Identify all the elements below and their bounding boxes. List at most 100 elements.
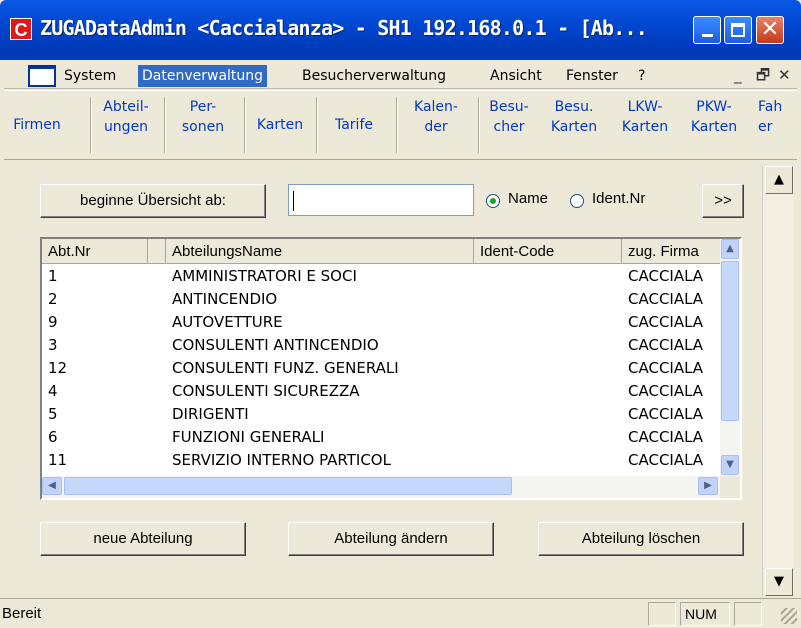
col-ident-code[interactable]: Ident-Code (474, 239, 622, 264)
title-bar[interactable]: C ZUGADataAdmin <Caccialanza> - SH1 192.… (0, 0, 801, 60)
tool-tarife[interactable]: Tarife (324, 97, 384, 155)
col-zug-firma[interactable]: zug. Firma (622, 239, 722, 264)
radio-ident-label[interactable]: Ident.Nr (592, 190, 645, 207)
list-scroll-down-icon[interactable]: ▼ (721, 455, 739, 475)
table-row[interactable]: 3 CONSULENTI ANTINCENDIO CACCIALA (42, 334, 722, 357)
cell-abteilungsname: CONSULENTI FUNZ. GENERALI (172, 359, 399, 377)
cell-abt-nr: 12 (48, 359, 68, 377)
cell-abt-nr: 9 (48, 313, 58, 331)
toolbar-separator (478, 97, 480, 153)
search-input[interactable] (288, 184, 474, 216)
menu-ansicht[interactable]: Ansicht (486, 65, 546, 87)
menu-fenster[interactable]: Fenster (562, 65, 622, 87)
new-department-label: neue Abteilung (93, 530, 193, 547)
departments-list[interactable]: Abt.Nr AbteilungsName Ident-Code zug. Fi… (40, 237, 742, 500)
tool-abteilungen[interactable]: Abteil- ungen (96, 97, 156, 155)
tool-lkw-karten[interactable]: LKW- Karten (610, 97, 680, 155)
cell-zug-firma: CACCIALA (628, 290, 704, 308)
list-vertical-scrollbar[interactable]: ▲ ▼ (720, 239, 740, 476)
list-hscroll-thumb[interactable] (64, 477, 512, 495)
tool-fahrer[interactable]: Fah er (758, 97, 794, 155)
cell-abteilungsname: CONSULENTI ANTINCENDIO (172, 336, 379, 354)
maximize-button[interactable] (724, 16, 752, 44)
tool-kalender[interactable]: Kalen- der (402, 97, 470, 155)
list-scroll-up-icon[interactable]: ▲ (721, 239, 739, 259)
tool-firmen[interactable]: Firmen (6, 97, 68, 155)
mdi-minimize-icon[interactable]: _ (734, 65, 742, 85)
tool-karten[interactable]: Karten (250, 97, 310, 155)
text-caret (293, 191, 294, 211)
menu-help[interactable]: ? (634, 65, 649, 87)
radio-ident[interactable] (570, 194, 584, 208)
cell-abt-nr: 4 (48, 382, 58, 400)
list-scroll-thumb[interactable] (721, 261, 739, 421)
status-text: Bereit (2, 605, 42, 622)
cell-zug-firma: CACCIALA (628, 428, 704, 446)
scroll-up-icon[interactable]: ▲ (765, 166, 793, 194)
status-pane-caps (648, 602, 676, 626)
table-row[interactable]: 12 CONSULENTI FUNZ. GENERALI CACCIALA (42, 357, 722, 380)
menu-system[interactable]: System (60, 65, 120, 87)
cell-zug-firma: CACCIALA (628, 267, 704, 285)
tool-pkw-karten[interactable]: PKW- Karten (680, 97, 748, 155)
toolbar-separator (396, 97, 398, 153)
cell-abt-nr: 3 (48, 336, 58, 354)
toolbar-separator (244, 97, 246, 153)
tool-besucher-karten[interactable]: Besu. Karten (540, 97, 608, 155)
menu-bar: System Datenverwaltung Besucherverwaltun… (4, 60, 797, 89)
scroll-corner (720, 476, 740, 498)
cell-zug-firma: CACCIALA (628, 336, 704, 354)
mdi-restore-icon[interactable]: 🗗 (756, 65, 770, 85)
table-row[interactable]: 1 AMMINISTRATORI E SOCI CACCIALA (42, 265, 722, 288)
cell-zug-firma: CACCIALA (628, 313, 704, 331)
document-icon[interactable] (28, 65, 56, 87)
table-row[interactable]: 11 SERVIZIO INTERNO PARTICOL CACCIALA (42, 449, 722, 472)
table-row[interactable]: 4 CONSULENTI SICUREZZA CACCIALA (42, 380, 722, 403)
tool-personen[interactable]: Per- sonen (168, 97, 238, 155)
status-pane-num: NUM (680, 602, 730, 626)
table-row[interactable]: 9 AUTOVETTURE CACCIALA (42, 311, 722, 334)
minimize-icon (702, 34, 713, 37)
list-horizontal-scrollbar[interactable]: ◀ ▶ (42, 476, 720, 498)
menu-besucherverwaltung[interactable]: Besucherverwaltung (298, 65, 450, 87)
menu-datenverwaltung[interactable]: Datenverwaltung (138, 65, 268, 87)
radio-name-label[interactable]: Name (508, 190, 548, 207)
list-scroll-left-icon[interactable]: ◀ (42, 477, 62, 495)
edit-department-label: Abteilung ändern (334, 530, 448, 547)
cell-abt-nr: 11 (48, 451, 68, 469)
new-department-button[interactable]: neue Abteilung (40, 522, 246, 556)
resize-grip-icon[interactable] (781, 608, 797, 624)
col-abteilungsname[interactable]: AbteilungsName (166, 239, 474, 264)
table-row[interactable]: 2 ANTINCENDIO CACCIALA (42, 288, 722, 311)
cell-abt-nr: 1 (48, 267, 58, 285)
scroll-down-icon[interactable]: ▼ (765, 568, 793, 596)
table-row[interactable]: 5 DIRIGENTI CACCIALA (42, 403, 722, 426)
cell-zug-firma: CACCIALA (628, 405, 704, 423)
app-icon[interactable]: C (10, 18, 32, 40)
cell-zug-firma: CACCIALA (628, 451, 704, 469)
status-pane-scroll (734, 602, 762, 626)
delete-department-label: Abteilung löschen (581, 530, 701, 547)
list-scroll-right-icon[interactable]: ▶ (698, 477, 718, 495)
cell-abt-nr: 6 (48, 428, 58, 446)
begin-overview-label: beginne Übersicht ab: (80, 192, 226, 209)
edit-department-button[interactable]: Abteilung ändern (288, 522, 494, 556)
minimize-button[interactable] (693, 16, 721, 44)
close-button[interactable]: ✕ (756, 16, 784, 44)
maximize-icon (731, 23, 745, 37)
toolbar-separator (316, 97, 318, 153)
next-button[interactable]: >> (702, 184, 744, 218)
tool-besucher[interactable]: Besu- cher (482, 97, 536, 155)
begin-overview-button[interactable]: beginne Übersicht ab: (40, 184, 266, 218)
mdi-close-icon[interactable]: ✕ (778, 65, 791, 85)
radio-name[interactable] (486, 194, 500, 208)
next-label: >> (714, 192, 732, 209)
main-vertical-scrollbar[interactable]: ▲ ▼ (762, 166, 794, 596)
toolbar-separator (90, 97, 92, 153)
table-row[interactable]: 6 FUNZIONI GENERALI CACCIALA (42, 426, 722, 449)
delete-department-button[interactable]: Abteilung löschen (538, 522, 744, 556)
col-abt-nr[interactable]: Abt.Nr (42, 239, 148, 264)
cell-abteilungsname: DIRIGENTI (172, 405, 249, 423)
toolbar: Firmen Abteil- ungen Per- sonen Karten T… (4, 90, 797, 160)
cell-abteilungsname: FUNZIONI GENERALI (172, 428, 325, 446)
